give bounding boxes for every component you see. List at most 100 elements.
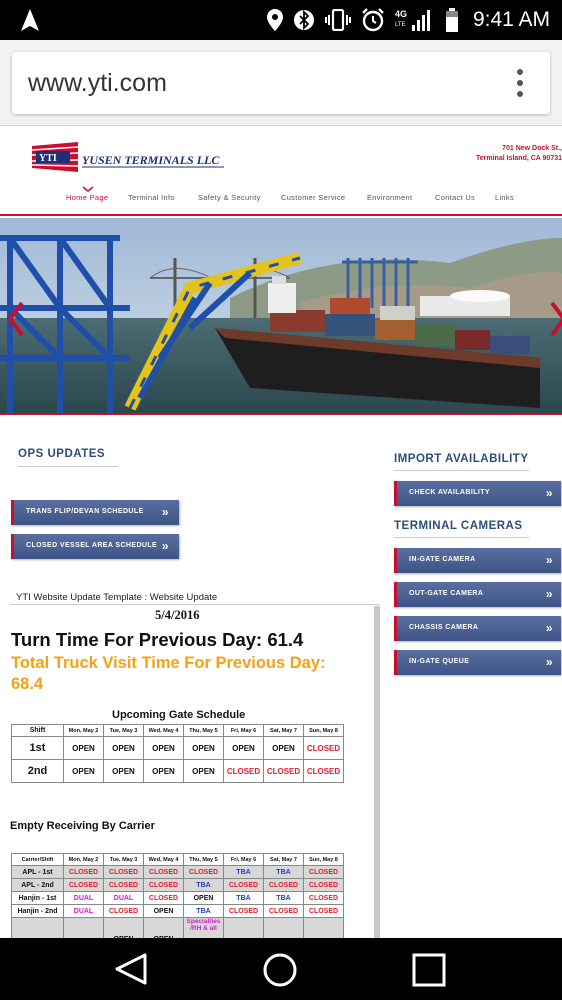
double-chevron-right-icon: » bbox=[161, 539, 169, 553]
chassis-camera-button[interactable]: CHASSIS CAMERA » bbox=[394, 616, 561, 641]
bluetooth-icon bbox=[293, 9, 314, 31]
table-cell: OPEN bbox=[103, 736, 144, 760]
button-label: IN-GATE QUEUE bbox=[409, 658, 470, 665]
table-cell: CLOSED bbox=[183, 865, 224, 879]
ops-updates-title: OPS UPDATES bbox=[18, 448, 106, 460]
location-pin-icon bbox=[266, 9, 283, 31]
svg-text:YTI: YTI bbox=[39, 153, 57, 164]
table-cell: CLOSED bbox=[303, 904, 344, 918]
table-cell: CLOSED bbox=[223, 904, 264, 918]
table-cell: CLOSED bbox=[303, 891, 344, 905]
address-line2: Terminal Island, CA 90731 bbox=[476, 155, 562, 162]
svg-text:LTE: LTE bbox=[395, 22, 406, 28]
table-cell: CLOSED bbox=[103, 878, 144, 892]
nav-divider bbox=[0, 214, 562, 216]
turn-time-text: Turn Time For Previous Day: 61.4 bbox=[11, 629, 304, 650]
web-page: YTI YUSEN TERMINALS LLC 701 New Dock St.… bbox=[0, 126, 562, 938]
url-bar[interactable]: www.yti.com bbox=[12, 52, 550, 114]
out-gate-camera-button[interactable]: OUT-GATE CAMERA » bbox=[394, 582, 561, 607]
header-cell: Tue, May 3 bbox=[103, 853, 144, 866]
table-row: OPEN OPEN Specialties /RH & all bbox=[11, 917, 344, 938]
nav-home-page[interactable]: Home Page bbox=[66, 193, 108, 202]
table-cell: OPEN bbox=[183, 736, 224, 760]
double-chevron-right-icon: » bbox=[545, 486, 553, 500]
table-cell: CLOSED bbox=[263, 759, 304, 783]
table-row: 2nd OPEN OPEN OPEN OPEN CLOSED CLOSED CL… bbox=[11, 759, 344, 783]
table-cell: APL - 1st bbox=[11, 865, 64, 879]
table-cell: DUAL bbox=[63, 904, 104, 918]
header-cell: Carrier/Shift bbox=[11, 853, 64, 866]
table-cell bbox=[63, 917, 104, 938]
nav-contact-us[interactable]: Contact Us bbox=[435, 193, 475, 202]
update-frame-border bbox=[10, 604, 380, 605]
terminal-cameras-title: TERMINAL CAMERAS bbox=[394, 520, 523, 532]
table-cell: CLOSED bbox=[103, 904, 144, 918]
back-icon[interactable] bbox=[113, 952, 149, 986]
table-cell: TBA bbox=[223, 891, 264, 905]
table-cell: OPEN bbox=[143, 736, 184, 760]
double-chevron-right-icon: » bbox=[161, 505, 169, 519]
recents-icon[interactable] bbox=[412, 953, 446, 987]
table-cell: TBA bbox=[263, 865, 304, 879]
check-availability-button[interactable]: CHECK AVAILABILITY » bbox=[394, 481, 561, 506]
hero-next-arrow-icon[interactable] bbox=[550, 301, 562, 337]
header-cell: Wed, May 4 bbox=[143, 724, 184, 737]
hero-prev-arrow-icon[interactable] bbox=[8, 301, 24, 337]
header-cell: Mon, May 2 bbox=[63, 853, 104, 866]
hero-bottom-border bbox=[0, 413, 562, 415]
header-cell: Wed, May 4 bbox=[143, 853, 184, 866]
header-cell: Tue, May 3 bbox=[103, 724, 144, 737]
nav-terminal-info[interactable]: Terminal Info bbox=[128, 193, 175, 202]
header-cell: Sat, May 7 bbox=[263, 724, 304, 737]
table-cell: CLOSED bbox=[303, 759, 344, 783]
import-availability-title: IMPORT AVAILABILITY bbox=[394, 453, 529, 465]
table-row: APL - 1st CLOSED CLOSED CLOSED CLOSED TB… bbox=[11, 865, 344, 879]
table-cell: OPEN bbox=[103, 759, 144, 783]
table-row: Hanjin - 1st DUAL DUAL CLOSED OPEN TBA T… bbox=[11, 891, 344, 905]
nav-links[interactable]: Links bbox=[495, 193, 514, 202]
button-label: OUT-GATE CAMERA bbox=[409, 590, 484, 597]
update-frame-scrollbar[interactable] bbox=[374, 606, 380, 938]
header-cell: Sun, May 8 bbox=[303, 724, 344, 737]
double-chevron-right-icon: » bbox=[545, 621, 553, 635]
table-cell: CLOSED bbox=[303, 878, 344, 892]
table-cell: CLOSED bbox=[223, 878, 264, 892]
signal-icon: 4G LTE bbox=[395, 9, 430, 31]
table-cell: Specialties /RH & all bbox=[183, 917, 224, 938]
overflow-menu-icon[interactable] bbox=[516, 69, 524, 97]
closed-vessel-area-button[interactable]: CLOSED VESSEL AREA SCHEDULE » bbox=[11, 534, 179, 559]
table-cell: TBA bbox=[263, 891, 304, 905]
trans-flip-devan-button[interactable]: TRANS FLIP/DEVAN SCHEDULE » bbox=[11, 500, 179, 525]
table-row: APL - 2nd CLOSED CLOSED CLOSED TBA CLOSE… bbox=[11, 878, 344, 892]
update-date: 5/4/2016 bbox=[155, 608, 200, 622]
table-cell: OPEN bbox=[103, 917, 144, 938]
url-text[interactable]: www.yti.com bbox=[28, 69, 167, 98]
double-chevron-right-icon: » bbox=[545, 553, 553, 567]
svg-text:YUSEN TERMINALS LLC: YUSEN TERMINALS LLC bbox=[82, 153, 220, 167]
table-cell: CLOSED bbox=[143, 878, 184, 892]
svg-text:4G: 4G bbox=[395, 9, 407, 19]
in-gate-queue-button[interactable]: IN-GATE QUEUE » bbox=[394, 650, 561, 675]
status-clock: 9:41 AM bbox=[472, 8, 550, 31]
alarm-icon bbox=[362, 8, 384, 32]
browser-toolbar: www.yti.com bbox=[0, 40, 562, 126]
system-nav-bar bbox=[0, 938, 562, 1000]
nav-safety-security[interactable]: Safety & Security bbox=[198, 193, 261, 202]
in-gate-camera-button[interactable]: IN-GATE CAMERA » bbox=[394, 548, 561, 573]
header-cell: Thu, May 5 bbox=[183, 724, 224, 737]
home-icon[interactable] bbox=[262, 952, 298, 988]
table-cell: OPEN bbox=[143, 759, 184, 783]
table-cell: TBA bbox=[223, 865, 264, 879]
nav-customer-service[interactable]: Customer Service bbox=[281, 193, 345, 202]
gate-schedule-table: Shift Mon, May 2 Tue, May 3 Wed, May 4 T… bbox=[11, 724, 344, 783]
double-chevron-right-icon: » bbox=[545, 587, 553, 601]
table-cell: CLOSED bbox=[143, 865, 184, 879]
yusen-terminals-logo[interactable]: YTI YUSEN TERMINALS LLC bbox=[30, 138, 230, 178]
site-nav: Home Page Terminal Info Safety & Securit… bbox=[0, 193, 562, 207]
button-label: IN-GATE CAMERA bbox=[409, 556, 476, 563]
table-cell: CLOSED bbox=[303, 736, 344, 760]
nav-environment[interactable]: Environment bbox=[367, 193, 412, 202]
table-cell: Hanjin - 2nd bbox=[11, 904, 64, 918]
phone-screen: 4G LTE 9:41 AM www.yti.com YTI YUSEN TER… bbox=[0, 0, 562, 1000]
table-cell bbox=[223, 917, 264, 938]
